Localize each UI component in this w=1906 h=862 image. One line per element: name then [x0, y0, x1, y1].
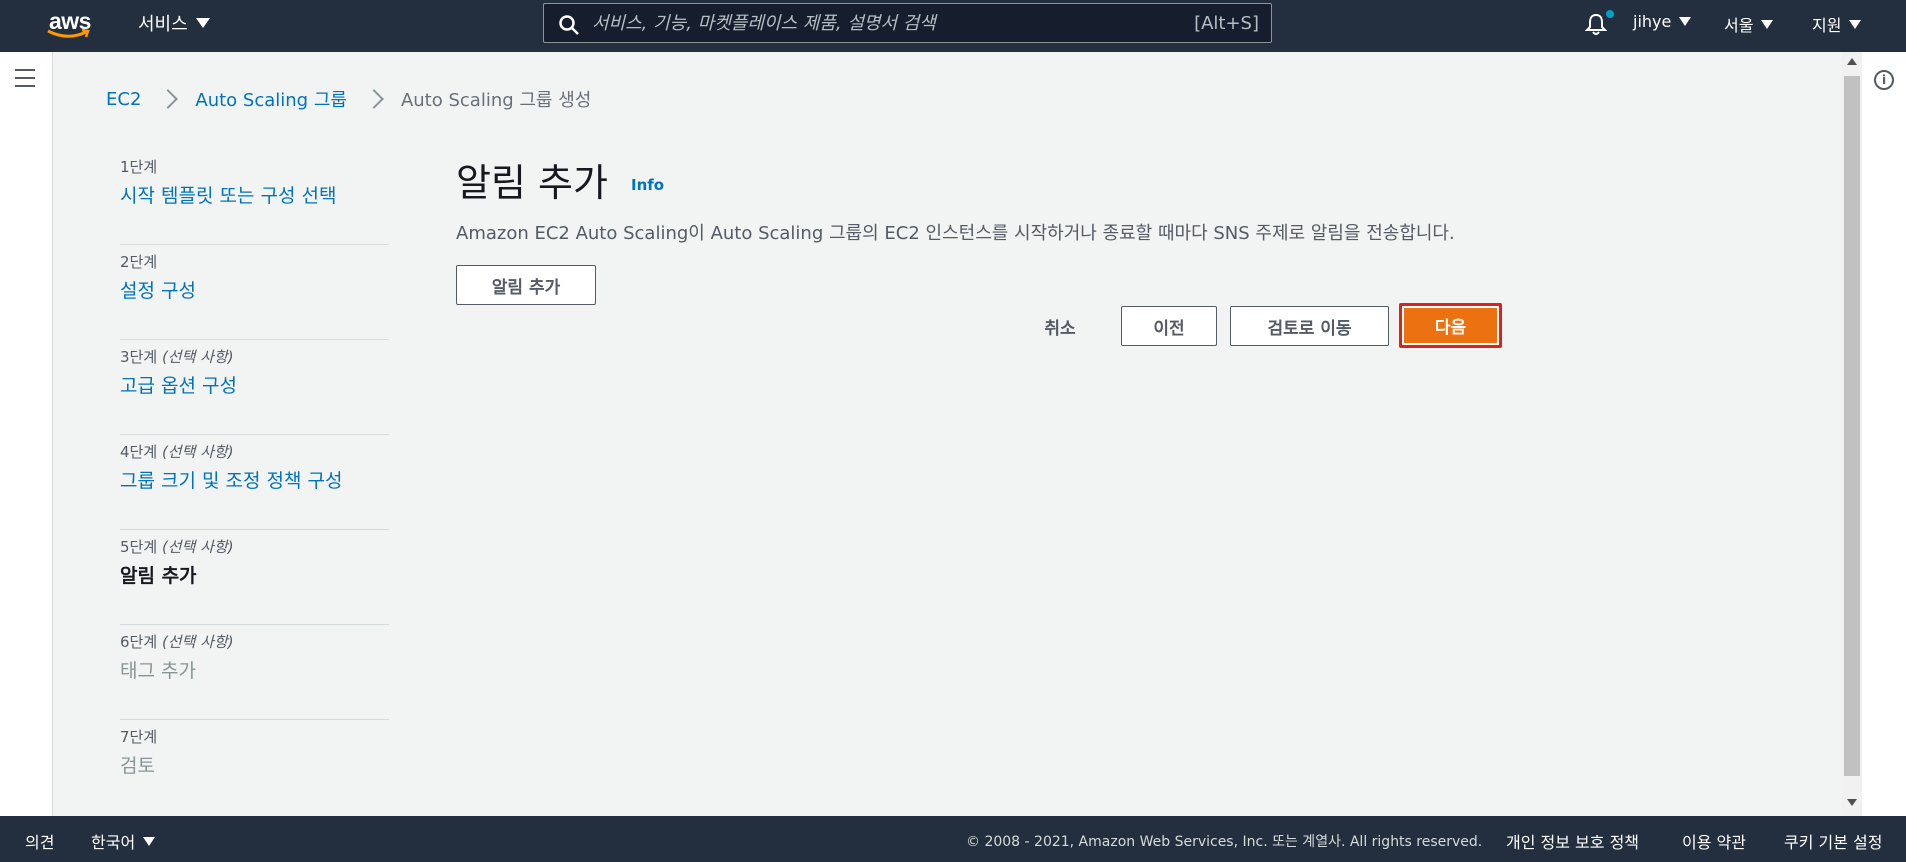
next-button[interactable]: 다음	[1399, 303, 1502, 348]
breadcrumb-current: Auto Scaling 그룹 생성	[400, 90, 592, 111]
step-number: 3단계 (선택 사항)	[120, 348, 234, 366]
add-notification-button[interactable]: 알림 추가	[456, 265, 596, 305]
wizard-step: 4단계 (선택 사항) 그룹 크기 및 조정 정책 구성	[120, 435, 389, 530]
scroll-up-arrow-icon[interactable]	[1847, 58, 1857, 65]
wizard-step: 1단계 시작 템플릿 또는 구성 선택	[120, 150, 389, 245]
step-title: 검토	[120, 755, 155, 777]
wizard-step: 7단계 검토	[120, 720, 389, 815]
user-name: jihye	[1633, 12, 1672, 31]
menu-icon[interactable]	[15, 69, 35, 93]
search-shortcut: [Alt+S]	[1194, 13, 1259, 34]
step-number: 4단계 (선택 사항)	[120, 443, 234, 461]
step-number: 7단계	[120, 728, 158, 746]
step-number: 6단계 (선택 사항)	[120, 633, 234, 651]
step-title[interactable]: 시작 템플릿 또는 구성 선택	[120, 181, 389, 208]
user-menu[interactable]: jihye	[1633, 12, 1692, 31]
step-title[interactable]: 설정 구성	[120, 276, 389, 303]
wizard-steps: 1단계 시작 템플릿 또는 구성 선택 2단계 설정 구성 3단계 (선택 사항…	[120, 150, 389, 815]
wizard-step: 2단계 설정 구성	[120, 245, 389, 340]
aws-smile-icon	[47, 28, 90, 38]
chevron-right-icon	[364, 89, 384, 109]
aws-logo[interactable]: aws	[46, 6, 96, 42]
step-title[interactable]: 고급 옵션 구성	[120, 371, 389, 398]
step-title: 태그 추가	[120, 660, 196, 682]
search-input[interactable]	[592, 8, 1152, 38]
notifications-bell-icon[interactable]	[1585, 12, 1607, 36]
feedback-link[interactable]: 의견	[25, 829, 54, 853]
support-label: 지원	[1812, 16, 1842, 35]
scroll-thumb[interactable]	[1844, 76, 1860, 776]
language-selector[interactable]: 한국어	[91, 829, 156, 853]
breadcrumb: EC2 Auto Scaling 그룹 Auto Scaling 그룹 생성	[106, 86, 591, 112]
region-label: 서울	[1724, 16, 1754, 35]
cancel-button[interactable]: 취소	[1027, 306, 1093, 346]
services-label: 서비스	[138, 14, 188, 35]
page-description: Amazon EC2 Auto Scaling이 Auto Scaling 그룹…	[456, 223, 1455, 244]
step-optional: (선택 사항)	[161, 443, 234, 461]
step-number: 1단계	[120, 158, 158, 176]
cookie-preferences-link[interactable]: 쿠키 기본 설정	[1784, 829, 1883, 853]
top-navigation: aws 서비스 [Alt+S] jihye 서울 지원	[0, 0, 1906, 52]
side-navigation-rail	[0, 52, 53, 816]
step-optional: (선택 사항)	[161, 538, 234, 556]
skip-to-review-button[interactable]: 검토로 이동	[1230, 306, 1389, 346]
chevron-down-icon	[1849, 19, 1862, 29]
notification-badge	[1606, 10, 1614, 18]
step-number: 5단계 (선택 사항)	[120, 538, 234, 556]
chevron-down-icon	[1761, 19, 1774, 29]
scrollbar[interactable]	[1842, 52, 1862, 816]
chevron-down-icon	[1679, 17, 1692, 26]
wizard-step-current: 5단계 (선택 사항) 알림 추가	[120, 530, 389, 625]
search-icon	[559, 15, 579, 35]
support-menu[interactable]: 지원	[1812, 12, 1862, 36]
language-label: 한국어	[91, 833, 136, 852]
step-optional: (선택 사항)	[161, 633, 234, 651]
services-menu[interactable]: 서비스	[138, 10, 210, 36]
chevron-right-icon	[158, 89, 179, 109]
tools-panel-rail: i	[1862, 52, 1906, 816]
step-title[interactable]: 그룹 크기 및 조정 정책 구성	[120, 466, 389, 493]
chevron-down-icon	[143, 836, 156, 846]
privacy-policy-link[interactable]: 개인 정보 보호 정책	[1506, 829, 1639, 853]
step-optional: (선택 사항)	[161, 348, 234, 366]
region-menu[interactable]: 서울	[1724, 12, 1774, 36]
wizard-step: 6단계 (선택 사항) 태그 추가	[120, 625, 389, 720]
previous-button[interactable]: 이전	[1121, 306, 1217, 346]
terms-link[interactable]: 이용 약관	[1682, 829, 1746, 853]
step-title: 알림 추가	[120, 565, 197, 587]
breadcrumb-auto-scaling-groups[interactable]: Auto Scaling 그룹	[195, 86, 347, 112]
page-title: 알림 추가	[456, 161, 608, 205]
footer: 의견 한국어 © 2008 - 2021, Amazon Web Service…	[0, 816, 1906, 862]
copyright-text: © 2008 - 2021, Amazon Web Services, Inc.…	[966, 834, 1483, 850]
search-bar[interactable]: [Alt+S]	[543, 3, 1272, 43]
breadcrumb-ec2[interactable]: EC2	[106, 89, 141, 110]
wizard-step: 3단계 (선택 사항) 고급 옵션 구성	[120, 340, 389, 435]
step-number: 2단계	[120, 253, 158, 271]
info-link[interactable]: Info	[631, 176, 664, 194]
chevron-down-icon	[195, 18, 210, 28]
scroll-down-arrow-icon[interactable]	[1847, 799, 1857, 806]
info-icon[interactable]: i	[1874, 70, 1894, 90]
